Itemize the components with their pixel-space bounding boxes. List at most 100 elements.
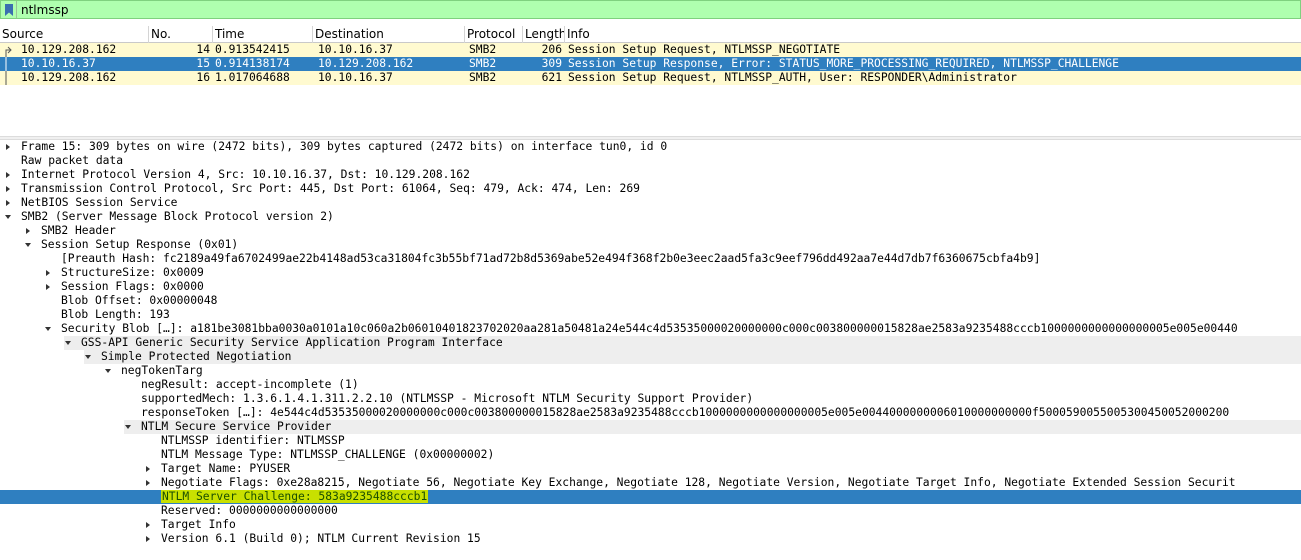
related-packet-icon — [5, 71, 7, 85]
tree-item-label: NTLMSSP identifier: NTLMSSP — [161, 434, 345, 447]
tree-item[interactable]: NetBIOS Session Service — [0, 196, 1301, 210]
length-cell: 309 — [541, 57, 562, 70]
tree-item[interactable]: Target Info — [0, 518, 1301, 532]
tree-item[interactable]: Version 6.1 (Build 0); NTLM Current Revi… — [0, 532, 1301, 546]
tree-item-label: Version 6.1 (Build 0); NTLM Current Revi… — [161, 532, 481, 545]
time-cell: 0.914138174 — [215, 57, 290, 70]
tree-item[interactable]: GSS-API Generic Security Service Applica… — [0, 336, 1301, 350]
collapse-arrow-icon[interactable] — [3, 210, 13, 224]
tree-item[interactable]: Reserved: 0000000000000000 — [0, 504, 1301, 518]
tree-item[interactable]: Security Blob […]: a181be3081bba0030a010… — [0, 322, 1301, 336]
tree-item[interactable]: Raw packet data — [0, 154, 1301, 168]
related-packet-icon — [5, 46, 12, 57]
tree-item[interactable]: [Preauth Hash: fc2189a49fa6702499ae22b41… — [0, 252, 1301, 266]
protocol-cell: SMB2 — [469, 43, 497, 56]
protocol-cell: SMB2 — [469, 71, 497, 84]
display-filter-bar: ntlmssp — [0, 0, 1301, 19]
selected-field-highlight: NTLM Server Challenge: 583a9235488cccb1 — [161, 490, 429, 503]
tree-item[interactable]: Blob Offset: 0x00000048 — [0, 294, 1301, 308]
expand-arrow-icon[interactable] — [3, 140, 13, 154]
expand-arrow-icon[interactable] — [43, 266, 53, 280]
collapse-arrow-icon[interactable] — [43, 322, 53, 336]
tree-item-label: NetBIOS Session Service — [21, 196, 178, 209]
column-time[interactable]: Time — [213, 26, 313, 43]
expand-arrow-icon[interactable] — [3, 168, 13, 182]
time-cell: 1.017064688 — [215, 71, 290, 84]
tree-item[interactable]: SMB2 Header — [0, 224, 1301, 238]
tree-item[interactable]: Transmission Control Protocol, Src Port:… — [0, 182, 1301, 196]
tree-item-label: Security Blob […]: a181be3081bba0030a010… — [61, 322, 1238, 335]
column-source[interactable]: Source — [0, 26, 149, 43]
packet-row[interactable]: 10.10.16.37 15 0.914138174 10.129.208.162 SM… — [0, 57, 1301, 71]
tree-item[interactable]: NTLM Server Challenge: 583a9235488cccb1 — [0, 490, 1301, 504]
tree-item[interactable]: SMB2 (Server Message Block Protocol vers… — [0, 210, 1301, 224]
column-destination[interactable]: Destination — [313, 26, 465, 43]
tree-item-label: Target Info — [161, 518, 236, 531]
collapse-arrow-icon[interactable] — [83, 350, 93, 364]
protocol-cell: SMB2 — [469, 57, 497, 70]
tree-item[interactable]: responseToken […]: 4e544c4d5353500002000… — [0, 406, 1301, 420]
tree-item[interactable]: negTokenTarg — [0, 364, 1301, 378]
tree-item-label: Blob Length: 193 — [61, 308, 170, 321]
tree-item-label: NTLM Server Challenge: 583a9235488cccb1 — [161, 490, 429, 504]
source-cell: 10.129.208.162 — [21, 43, 117, 56]
tree-item-label: negResult: accept-incomplete (1) — [141, 378, 359, 391]
tree-item-label: NTLM Message Type: NTLMSSP_CHALLENGE (0x… — [161, 448, 495, 461]
display-filter-input[interactable]: ntlmssp — [21, 3, 68, 17]
tree-item[interactable]: NTLM Message Type: NTLMSSP_CHALLENGE (0x… — [0, 448, 1301, 462]
expand-arrow-icon[interactable] — [3, 196, 13, 210]
source-cell: 10.129.208.162 — [21, 71, 117, 84]
collapse-arrow-icon[interactable] — [23, 238, 33, 252]
column-protocol[interactable]: Protocol — [465, 26, 523, 43]
bookmark-icon[interactable] — [1, 1, 17, 18]
packet-row[interactable]: 10.129.208.162 14 0.913542415 10.10.16.37 SM… — [0, 43, 1301, 57]
expand-arrow-icon[interactable] — [23, 224, 33, 238]
tree-item-label: Internet Protocol Version 4, Src: 10.10.… — [21, 168, 470, 181]
column-length[interactable]: Length — [523, 26, 565, 43]
number-cell: 16 — [196, 71, 210, 84]
collapse-arrow-icon[interactable] — [123, 420, 133, 434]
packet-row[interactable]: 10.129.208.162 16 1.017064688 10.10.16.37 SM… — [0, 71, 1301, 85]
expand-arrow-icon[interactable] — [143, 532, 153, 546]
tree-item-label: SMB2 (Server Message Block Protocol vers… — [21, 210, 334, 223]
length-cell: 206 — [541, 43, 562, 56]
tree-item[interactable]: StructureSize: 0x0009 — [0, 266, 1301, 280]
tree-item-label: supportedMech: 1.3.6.1.4.1.311.2.2.10 (N… — [141, 392, 754, 405]
tree-item-label: NTLM Secure Service Provider — [141, 420, 332, 433]
packet-list-header: Source No. Time Destination Protocol Len… — [0, 26, 1301, 43]
tree-item[interactable]: negResult: accept-incomplete (1) — [0, 378, 1301, 392]
expand-arrow-icon[interactable] — [143, 462, 153, 476]
tree-item-label: Frame 15: 309 bytes on wire (2472 bits),… — [21, 140, 668, 153]
tree-item[interactable]: NTLM Secure Service Provider — [0, 420, 1301, 434]
column-info[interactable]: Info — [565, 26, 1301, 43]
info-cell: Session Setup Request, NTLMSSP_NEGOTIATE — [568, 43, 841, 56]
column-no[interactable]: No. — [149, 26, 213, 43]
tree-item[interactable]: Internet Protocol Version 4, Src: 10.10.… — [0, 168, 1301, 182]
tree-item[interactable]: Negotiate Flags: 0xe28a8215, Negotiate 5… — [0, 476, 1301, 490]
tree-item[interactable]: supportedMech: 1.3.6.1.4.1.311.2.2.10 (N… — [0, 392, 1301, 406]
tree-item-label: StructureSize: 0x0009 — [61, 266, 204, 279]
expand-arrow-icon[interactable] — [3, 182, 13, 196]
time-cell: 0.913542415 — [215, 43, 290, 56]
tree-item-label: Target Name: PYUSER — [161, 462, 291, 475]
tree-item[interactable]: Blob Length: 193 — [0, 308, 1301, 322]
tree-item[interactable]: Frame 15: 309 bytes on wire (2472 bits),… — [0, 140, 1301, 154]
expand-arrow-icon[interactable] — [43, 280, 53, 294]
tree-item-label: GSS-API Generic Security Service Applica… — [81, 336, 503, 349]
tree-item[interactable]: Session Setup Response (0x01) — [0, 238, 1301, 252]
tree-item-label: responseToken […]: 4e544c4d5353500002000… — [141, 406, 1230, 419]
tree-item[interactable]: Target Name: PYUSER — [0, 462, 1301, 476]
tree-item[interactable]: Simple Protected Negotiation — [0, 350, 1301, 364]
tree-item-label: Session Setup Response (0x01) — [41, 238, 239, 251]
info-cell: Session Setup Response, Error: STATUS_MO… — [568, 57, 1119, 70]
tree-item-label: SMB2 Header — [41, 224, 116, 237]
tree-item[interactable]: Session Flags: 0x0000 — [0, 280, 1301, 294]
expand-arrow-icon[interactable] — [143, 476, 153, 490]
tree-item-label: Session Flags: 0x0000 — [61, 280, 204, 293]
collapse-arrow-icon[interactable] — [103, 364, 113, 378]
expand-arrow-icon[interactable] — [143, 518, 153, 532]
tree-item[interactable]: NTLMSSP identifier: NTLMSSP — [0, 434, 1301, 448]
tree-item-label: Transmission Control Protocol, Src Port:… — [21, 182, 640, 195]
collapse-arrow-icon[interactable] — [63, 336, 73, 350]
tree-item-label: Simple Protected Negotiation — [101, 350, 292, 363]
